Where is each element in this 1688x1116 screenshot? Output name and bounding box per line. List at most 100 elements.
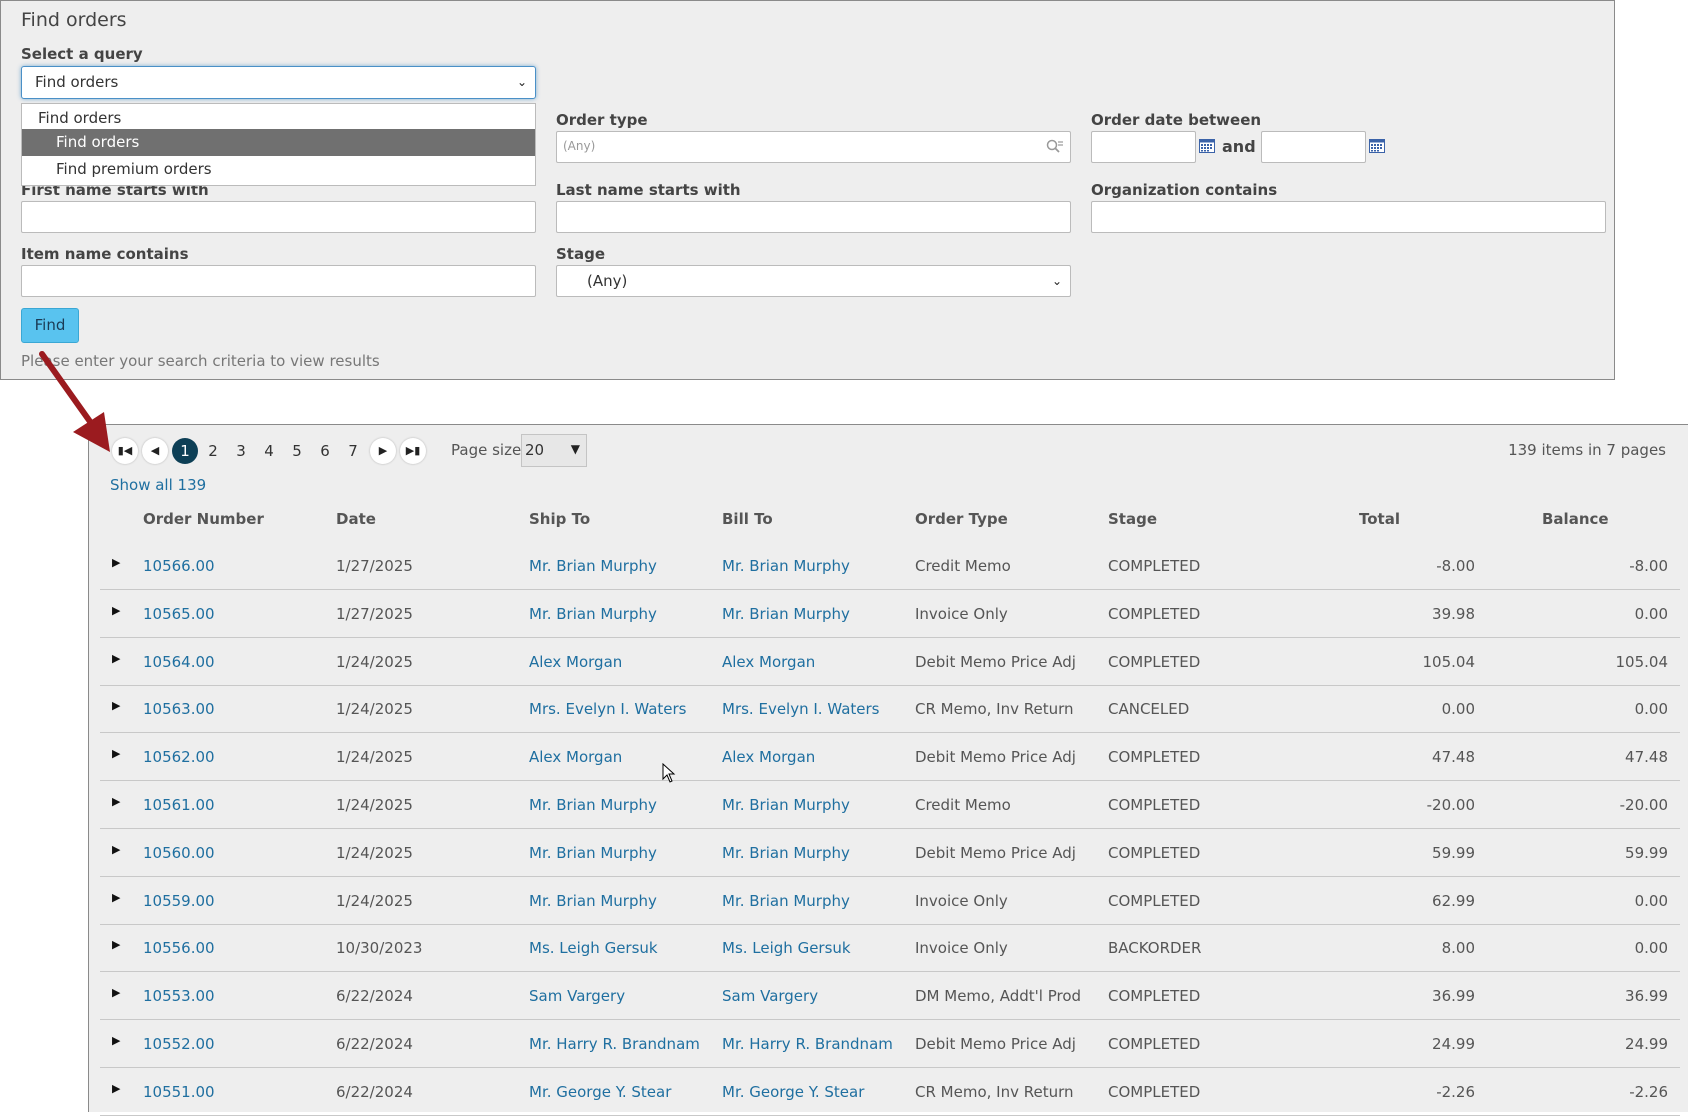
table-row: ▶ 10559.00 1/24/2025 Mr. Brian Murphy Mr. Br… [100,878,1680,925]
header-bill-to[interactable]: Bill To [722,510,773,528]
calendar-icon[interactable] [1369,139,1385,153]
stage-select-value: (Any) [587,272,628,290]
page-3[interactable]: 3 [228,438,254,464]
stage-cell: COMPLETED [1108,652,1201,671]
header-order-type[interactable]: Order Type [915,510,1008,528]
order-number-link[interactable]: 10562.00 [143,748,215,766]
table-row: ▶ 10565.00 1/27/2025 Mr. Brian Murphy Mr. Br… [100,591,1680,638]
expand-row-icon[interactable]: ▶ [112,795,120,808]
expand-row-icon[interactable]: ▶ [112,986,120,999]
stage-cell: COMPLETED [1108,604,1201,623]
bill-to-link[interactable]: Mr. Harry R. Brandnam [722,1035,893,1053]
page-6[interactable]: 6 [312,438,338,464]
expand-row-icon[interactable]: ▶ [112,556,120,569]
ship-to-link[interactable]: Ms. Leigh Gersuk [529,939,658,957]
expand-row-icon[interactable]: ▶ [112,843,120,856]
expand-row-icon[interactable]: ▶ [112,604,120,617]
ship-to-link[interactable]: Mr. Brian Murphy [529,557,657,575]
total-cell: 0.00 [1441,700,1475,719]
order-date-from-input[interactable] [1091,131,1196,163]
stage-cell: COMPLETED [1108,843,1201,862]
expand-row-icon[interactable]: ▶ [112,747,120,760]
page-size-select[interactable]: 20 ▼ [521,434,587,467]
organization-input[interactable] [1091,201,1606,233]
page-size-label: Page size: [451,441,527,459]
expand-row-icon[interactable]: ▶ [112,1082,120,1095]
header-stage[interactable]: Stage [1108,510,1157,528]
order-date: 1/24/2025 [336,843,413,862]
ship-to-link[interactable]: Mr. Brian Murphy [529,605,657,623]
bill-to-link[interactable]: Mr. Brian Murphy [722,892,850,910]
order-number-link[interactable]: 10556.00 [143,939,215,957]
order-date-to-input[interactable] [1261,131,1366,163]
page-4[interactable]: 4 [256,438,282,464]
table-row: ▶ 10563.00 1/24/2025 Mrs. Evelyn I. Waters M… [100,686,1680,734]
total-cell: -2.26 [1436,1082,1475,1101]
expand-row-icon[interactable]: ▶ [112,652,120,665]
next-page-icon[interactable]: ▶ [370,438,396,464]
ship-to-link[interactable]: Mr. Brian Murphy [529,844,657,862]
balance-cell: 0.00 [1634,939,1668,958]
order-type-cell: DM Memo, Addt'l Prod [915,987,1082,1006]
ship-to-link[interactable]: Alex Morgan [529,748,622,766]
expand-row-icon[interactable]: ▶ [112,1034,120,1047]
ship-to-link[interactable]: Mr. Brian Murphy [529,892,657,910]
order-number-link[interactable]: 10559.00 [143,892,215,910]
header-balance[interactable]: Balance [1542,510,1609,528]
stage-cell: BACKORDER [1108,939,1202,958]
bill-to-link[interactable]: Mr. Brian Murphy [722,557,850,575]
order-type-input[interactable]: (Any) [556,131,1071,163]
last-page-icon[interactable]: ▶▮ [400,438,426,464]
stage-cell: CANCELED [1108,700,1190,719]
ship-to-link[interactable]: Alex Morgan [529,653,622,671]
page-7[interactable]: 7 [340,438,366,464]
bill-to-link[interactable]: Mr. George Y. Stear [722,1083,864,1101]
lookup-icon[interactable] [1046,139,1064,155]
order-number-link[interactable]: 10566.00 [143,557,215,575]
order-number-link[interactable]: 10561.00 [143,796,215,814]
bill-to-link[interactable]: Alex Morgan [722,653,815,671]
stage-select[interactable]: (Any) ⌄ [556,265,1071,297]
total-cell: 36.99 [1432,987,1475,1006]
order-number-link[interactable]: 10565.00 [143,605,215,623]
expand-row-icon[interactable]: ▶ [112,938,120,951]
page-1[interactable]: 1 [172,438,198,464]
expand-row-icon[interactable]: ▶ [112,891,120,904]
order-number-link[interactable]: 10551.00 [143,1083,215,1101]
table-row: ▶ 10552.00 6/22/2024 Mr. Harry R. Brandnam M… [100,1021,1680,1068]
expand-row-icon[interactable]: ▶ [112,699,120,712]
bill-to-link[interactable]: Sam Vargery [722,987,818,1005]
header-total[interactable]: Total [1359,510,1400,528]
page-5[interactable]: 5 [284,438,310,464]
organization-label: Organization contains [1091,181,1278,199]
bill-to-link[interactable]: Mrs. Evelyn I. Waters [722,700,879,718]
ship-to-link[interactable]: Sam Vargery [529,987,625,1005]
order-number-link[interactable]: 10560.00 [143,844,215,862]
order-number-link[interactable]: 10563.00 [143,700,215,718]
ship-to-link[interactable]: Mr. Harry R. Brandnam [529,1035,700,1053]
stage-cell: COMPLETED [1108,1082,1201,1101]
order-number-link[interactable]: 10564.00 [143,653,215,671]
total-cell: 62.99 [1432,891,1475,910]
order-number-link[interactable]: 10552.00 [143,1035,215,1053]
ship-to-link[interactable]: Mr. George Y. Stear [529,1083,671,1101]
ship-to-link[interactable]: Mrs. Evelyn I. Waters [529,700,686,718]
header-order-number[interactable]: Order Number [143,510,264,528]
calendar-icon[interactable] [1199,139,1215,153]
order-number-link[interactable]: 10553.00 [143,987,215,1005]
header-date[interactable]: Date [336,510,376,528]
bill-to-link[interactable]: Mr. Brian Murphy [722,844,850,862]
order-type-label: Order type [556,111,648,129]
page-2[interactable]: 2 [200,438,226,464]
prev-page-icon[interactable]: ◀ [142,438,168,464]
stage-cell: COMPLETED [1108,557,1201,575]
bill-to-link[interactable]: Mr. Brian Murphy [722,605,850,623]
last-name-input[interactable] [556,201,1071,233]
show-all-link[interactable]: Show all 139 [110,476,206,494]
annotation-arrow-icon [39,351,110,452]
header-ship-to[interactable]: Ship To [529,510,590,528]
bill-to-link[interactable]: Ms. Leigh Gersuk [722,939,851,957]
ship-to-link[interactable]: Mr. Brian Murphy [529,796,657,814]
bill-to-link[interactable]: Mr. Brian Murphy [722,796,850,814]
bill-to-link[interactable]: Alex Morgan [722,748,815,766]
